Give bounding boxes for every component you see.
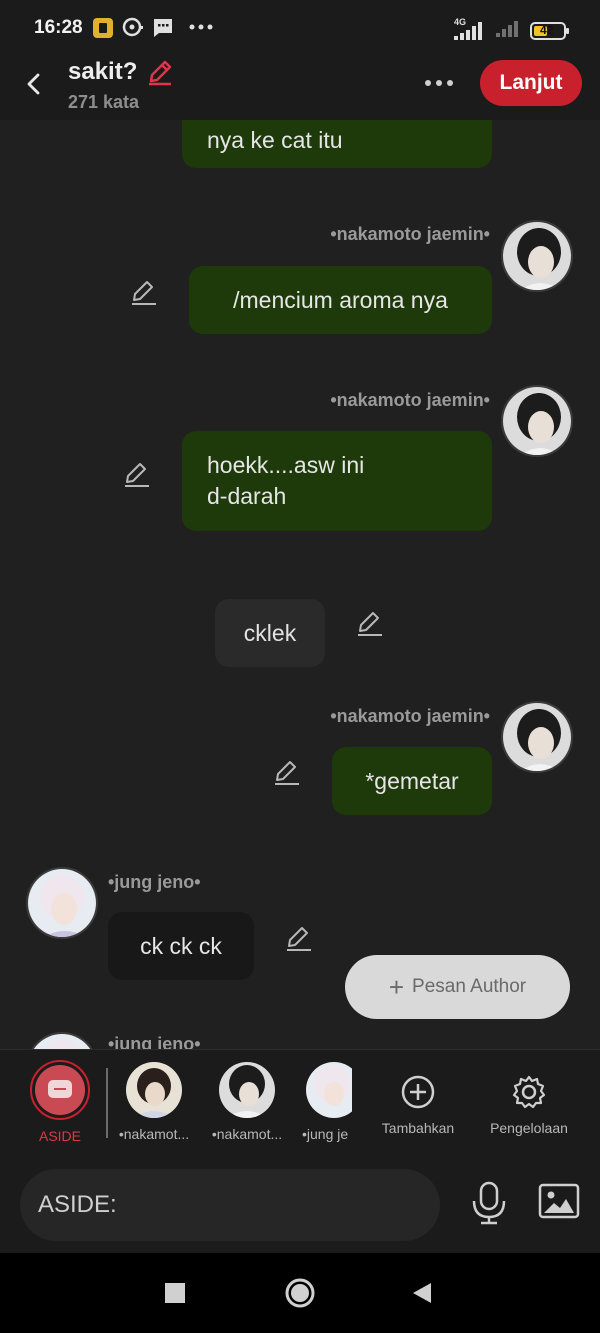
char-divider [106,1068,108,1138]
home-button[interactable] [260,1253,340,1333]
word-count: 271 kata [68,92,140,112]
avatar-jaemin[interactable] [501,385,573,457]
sender-name: •nakamoto jaemin• [330,706,490,726]
title-edit-icon[interactable] [146,58,174,91]
dot-icon [447,80,453,86]
message-text-line1: hoekk....asw ini [207,452,365,478]
char-item-jaemin-1[interactable]: •nakamot... [114,1060,194,1142]
aside-avatar [30,1060,90,1120]
sender-name: •nakamoto jaemin• [330,390,490,410]
char-label: •jung je [302,1126,349,1142]
aside-label: ASIDE [38,1128,81,1144]
dot-icon [436,80,442,86]
sender-name: •jung jeno• [108,872,201,892]
signal-icon-2 [494,17,520,44]
message-bubble[interactable]: /mencium aroma nya [189,266,492,334]
square-icon [165,1283,185,1303]
sender-name: •jung jeno• [108,1034,201,1049]
app-notification-icon [92,17,114,44]
edit-message-icon[interactable] [285,924,313,952]
message-text: *gemetar [365,767,459,794]
edit-message-icon[interactable] [123,460,151,488]
add-circle-icon [401,1075,435,1109]
char-label: •nakamot... [118,1126,190,1142]
battery-icon: 42 [530,20,570,42]
character-bar: ASIDE •nakamot... •nakamot... •jung je T… [0,1049,600,1157]
app-header: sakit? 271 kata Lanjut [0,58,600,120]
message-bubble[interactable]: nya ke cat itu [182,120,492,168]
gear-icon [512,1075,546,1109]
triangle-back-icon [413,1283,431,1303]
system-nav-bar [0,1253,600,1333]
avatar-jeno[interactable] [26,867,98,939]
more-dots-icon [188,19,214,40]
recents-button[interactable] [135,1253,215,1333]
char-item-jeno[interactable]: •jung je [302,1060,352,1142]
image-button[interactable] [538,1183,580,1224]
story-title: sakit? [68,58,138,85]
jaemin-avatar [126,1062,182,1118]
message-bubble[interactable]: ck ck ck [108,912,254,980]
char-item-aside[interactable]: ASIDE [30,1060,90,1144]
circle-icon [285,1278,315,1308]
avatar-jeno[interactable] [26,1032,98,1049]
dot-icon [425,80,431,86]
back-button[interactable] [14,64,54,104]
edit-message-icon[interactable] [356,609,384,637]
narration-bubble[interactable]: cklek [215,599,325,667]
avatar-jaemin[interactable] [501,220,573,292]
author-message-label: Pesan Author [412,976,527,997]
message-text-line2: d-darah [207,483,287,509]
comment-icon [48,1080,72,1098]
message-text: ck ck ck [140,932,222,959]
next-button[interactable]: Lanjut [480,60,582,106]
image-icon [538,1183,580,1219]
add-character-button[interactable]: Tambahkan [378,1060,458,1136]
edit-message-icon[interactable] [130,278,158,306]
narration-text: cklek [243,619,297,646]
back-arrow-icon [27,73,40,95]
author-message-button[interactable]: + Pesan Author [345,955,570,1019]
avatar-jaemin[interactable] [501,701,573,773]
jeno-avatar [306,1062,352,1118]
message-input[interactable]: ASIDE: [20,1169,440,1241]
battery-level: 42 [540,22,554,37]
sender-name: •nakamoto jaemin• [330,224,490,244]
chat-bubble-icon [122,17,144,44]
edit-message-icon[interactable] [273,758,301,786]
message-icon [152,17,174,44]
status-time: 16:28 [34,17,83,38]
back-nav-button[interactable] [382,1253,462,1333]
microphone-icon [472,1181,506,1225]
microphone-button[interactable] [470,1181,508,1230]
add-label: Tambahkan [381,1120,455,1136]
more-options-button[interactable] [418,66,460,100]
signal-icon: 4G [452,17,484,42]
manage-label: Pengelolaan [490,1120,568,1136]
chat-area[interactable]: nya ke cat itu •nakamoto jaemin• /menciu… [0,120,600,1049]
jaemin-avatar [219,1062,275,1118]
char-label: •nakamot... [211,1126,283,1142]
status-bar: 16:28 4G 42 [0,0,600,58]
message-text: /mencium aroma nya [233,286,448,313]
message-text: nya ke cat itu [207,127,343,153]
input-area: ASIDE: [0,1157,600,1253]
message-bubble[interactable]: hoekk....asw ini d-darah [182,431,492,531]
plus-icon: + [388,972,405,1002]
manage-button[interactable]: Pengelolaan [486,1060,572,1136]
char-item-jaemin-2[interactable]: •nakamot... [207,1060,287,1142]
message-bubble[interactable]: *gemetar [332,747,492,815]
